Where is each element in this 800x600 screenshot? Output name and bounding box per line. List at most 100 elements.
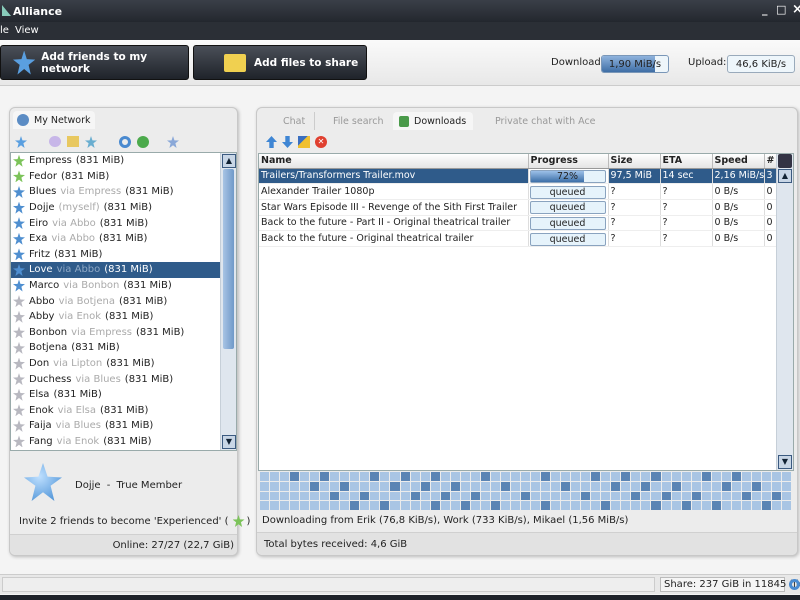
friend-star-icon	[13, 248, 25, 261]
add-friend-icon[interactable]	[15, 136, 27, 148]
friend-item[interactable]: Fritz (831 MiB)	[11, 247, 236, 263]
move-up-icon[interactable]	[266, 136, 277, 148]
share-summary: Share: 237 GiB in 11845 files	[664, 579, 800, 590]
friend-item[interactable]: Fang via Enok (831 MiB)	[11, 434, 236, 450]
column-header[interactable]: ETA	[660, 154, 713, 169]
scroll-up-button[interactable]: ▲	[222, 154, 236, 168]
chunk-cell	[621, 472, 631, 481]
friend-item[interactable]: Exa via Abbo (831 MiB)	[11, 231, 236, 247]
friend-item[interactable]: Fedor (831 MiB)	[11, 169, 236, 185]
clear-finished-icon[interactable]	[298, 136, 310, 148]
chunk-cell	[390, 481, 400, 491]
chunk-cell	[340, 472, 350, 481]
tab-file-search[interactable]: File search	[315, 112, 393, 130]
download-row[interactable]: Back to the future - Original theatrical…	[259, 230, 778, 247]
friend-via: via Empress	[60, 186, 122, 198]
friend-item[interactable]: Elsa (831 MiB)	[11, 387, 236, 403]
chunk-cell	[260, 472, 270, 481]
chat-icon[interactable]	[49, 136, 61, 147]
chunk-cell	[270, 481, 280, 491]
chunk-cell	[390, 491, 400, 501]
add-files-button[interactable]: Add files to share	[193, 45, 367, 80]
friend-item[interactable]: Blues via Empress (831 MiB)	[11, 184, 236, 200]
chunk-cell	[781, 501, 791, 510]
friend-item[interactable]: Dojje (myself) (831 MiB)	[11, 200, 236, 216]
friend-item[interactable]: Faija via Blues (831 MiB)	[11, 418, 236, 434]
chunk-cell	[771, 491, 781, 501]
scroll-thumb[interactable]	[223, 169, 234, 349]
friend-item[interactable]: Marco via Bonbon (831 MiB)	[11, 278, 236, 294]
chunk-cell	[350, 491, 360, 501]
downloads-scrollbar[interactable]: ▲ ▼	[776, 154, 793, 470]
download-row[interactable]: Alexander Trailer 1080p queued?? 0 B/s 0	[259, 183, 778, 200]
friend-item[interactable]: Abbo via Botjena (831 MiB)	[11, 293, 236, 309]
friend-name: Blues	[29, 186, 57, 198]
chunk-cell	[380, 481, 390, 491]
cancel-download-icon[interactable]: ✕	[315, 136, 327, 148]
download-row[interactable]: Back to the future - Part II - Original …	[259, 215, 778, 232]
minimize-button[interactable]: _	[762, 3, 768, 16]
refresh-icon[interactable]	[119, 136, 131, 148]
tab-my-network[interactable]: My Network	[13, 111, 95, 129]
chunk-cell	[611, 481, 621, 491]
friend-via: via Abbo	[51, 233, 96, 245]
column-header[interactable]: Speed	[712, 154, 765, 169]
download-speed: 2,16 MiB/s	[712, 168, 765, 185]
table-scroll-down-button[interactable]: ▼	[778, 455, 792, 469]
friend-name: Enok	[29, 404, 54, 416]
friend-star-icon	[13, 326, 25, 339]
friend-item[interactable]: Empress (831 MiB)	[11, 153, 236, 169]
friend-item[interactable]: Love via Abbo (831 MiB)	[11, 262, 236, 278]
friend-name: Exa	[29, 233, 48, 245]
friend-item[interactable]: Botjena (831 MiB)	[11, 340, 236, 356]
table-scroll-up-button[interactable]: ▲	[778, 169, 792, 183]
friends-scrollbar[interactable]: ▲ ▼	[220, 153, 236, 450]
download-row[interactable]: Star Wars Episode III - Revenge of the S…	[259, 199, 778, 216]
upload-speed-value: 46,6 KiB/s	[735, 59, 787, 70]
menu-file[interactable]: le	[0, 25, 9, 36]
chunk-cell	[500, 491, 510, 501]
menu-view[interactable]: View	[15, 25, 39, 36]
column-header[interactable]: Progress	[528, 154, 609, 169]
tab-downloads[interactable]: Downloads	[393, 112, 473, 130]
remove-friend-icon[interactable]	[167, 136, 179, 148]
chunk-cell	[300, 501, 310, 510]
friend-item[interactable]: Abby via Enok (831 MiB)	[11, 309, 236, 325]
add-friends-button[interactable]: Add friends to my network	[0, 45, 189, 80]
close-button[interactable]: ×	[792, 2, 800, 17]
chunk-cell	[621, 501, 631, 510]
download-size: ?	[608, 230, 661, 247]
friend-share-size: (831 MiB)	[104, 264, 153, 276]
tab-private-chat[interactable]: Private chat with Ace	[473, 112, 596, 130]
maximize-button[interactable]: □	[776, 3, 786, 16]
move-down-icon[interactable]	[282, 136, 293, 148]
chunk-cell	[571, 491, 581, 501]
settings-icon[interactable]	[137, 136, 149, 148]
column-header[interactable]: Size	[608, 154, 661, 169]
share-folder-icon[interactable]	[67, 136, 79, 147]
scroll-down-button[interactable]: ▼	[222, 435, 236, 449]
friend-star-icon	[13, 388, 25, 401]
friend-star-icon	[13, 263, 25, 276]
progress-bar: queued	[529, 185, 606, 199]
tab-chat[interactable]: Chat	[265, 112, 315, 130]
column-chooser-icon[interactable]	[778, 154, 792, 168]
chunk-cell	[280, 491, 290, 501]
friend-item[interactable]: Eiro via Abbo (831 MiB)	[11, 215, 236, 231]
friend-star-icon	[13, 435, 25, 448]
chunk-cell	[510, 481, 520, 491]
column-header[interactable]: Name	[259, 154, 529, 169]
chunk-cell	[661, 481, 671, 491]
friend-item[interactable]: Bonbon via Empress (831 MiB)	[11, 325, 236, 341]
friend-item[interactable]: Don via Lipton (831 MiB)	[11, 356, 236, 372]
download-row[interactable]: Trailers/Transformers Trailer.mov 72% 97,5…	[259, 168, 778, 185]
chunk-cell	[430, 491, 440, 501]
edit-friend-icon[interactable]	[85, 136, 97, 148]
friend-item[interactable]: Enok via Elsa (831 MiB)	[11, 403, 236, 419]
network-panel: My Network Empress (831 MiB) Fedor (831 MiB…	[9, 107, 250, 556]
chunk-cell	[641, 481, 651, 491]
friend-item[interactable]: Duchess via Blues (831 MiB)	[11, 371, 236, 387]
invite-hint: Invite 2 friends to become 'Experienced'…	[19, 515, 250, 527]
chunk-cell	[781, 472, 791, 481]
chunk-cell	[460, 491, 470, 501]
